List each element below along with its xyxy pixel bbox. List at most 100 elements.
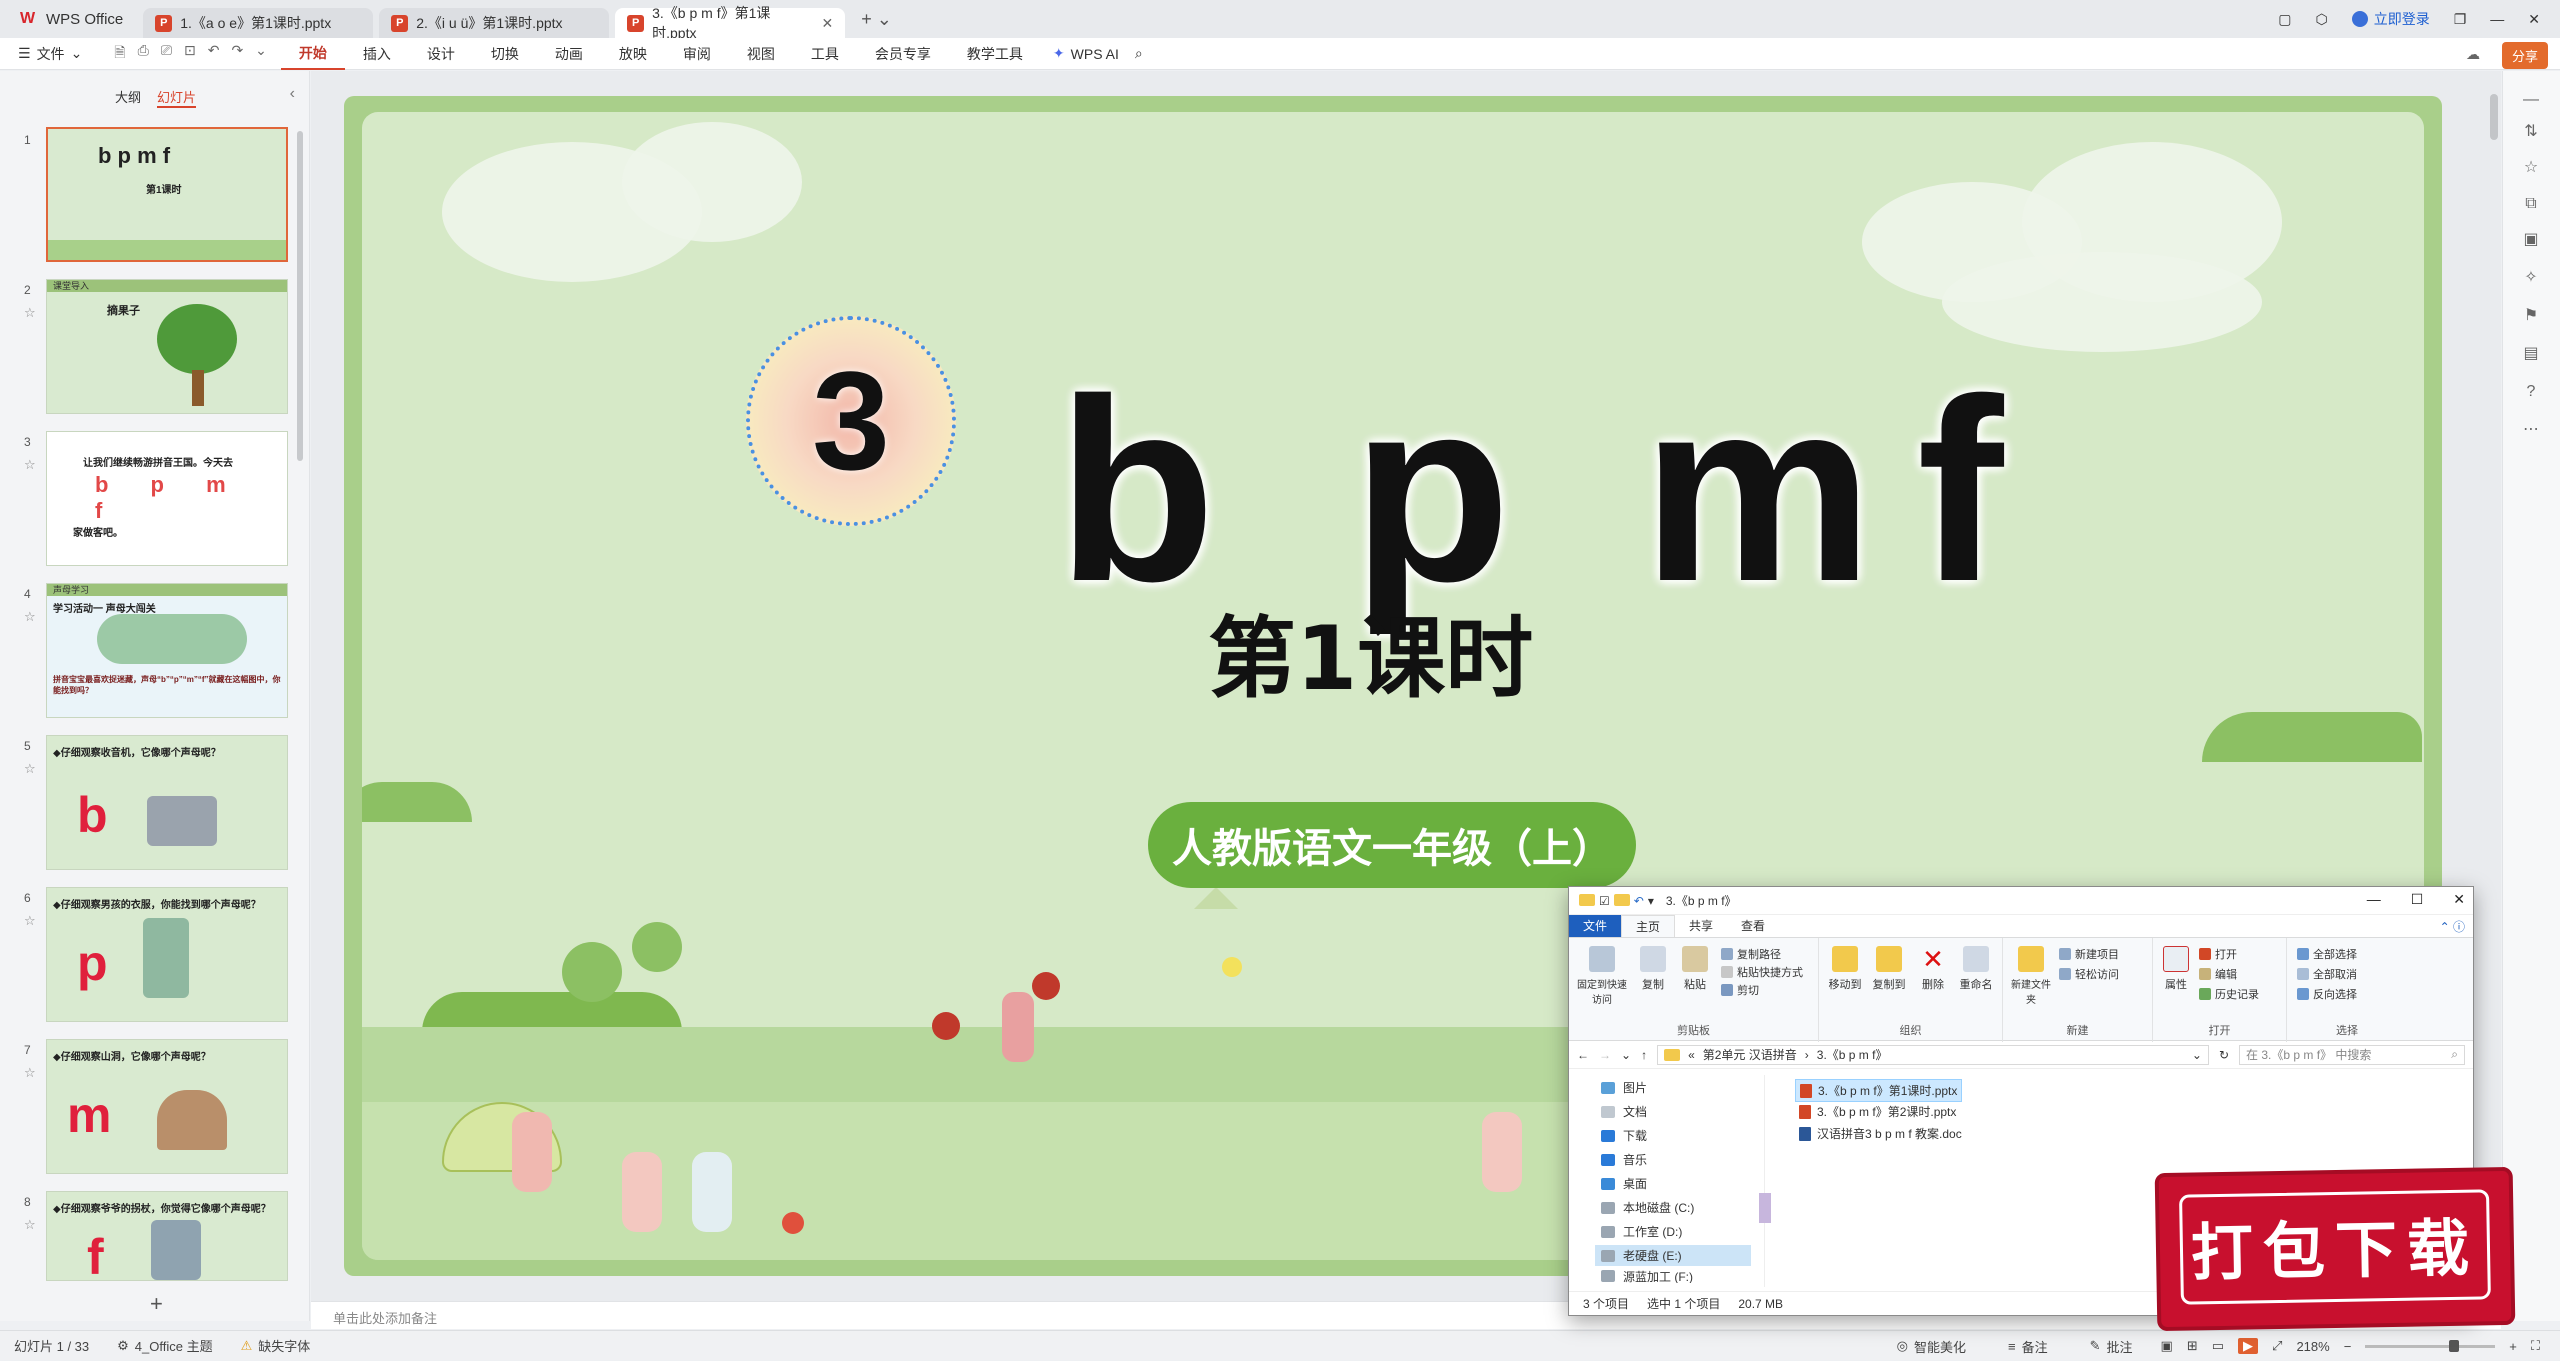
tab-review[interactable]: 审阅 xyxy=(665,38,729,70)
fit-icon[interactable]: ⤢ xyxy=(2272,1338,2282,1354)
zoom-out-icon[interactable]: − xyxy=(2344,1339,2352,1354)
select-all-button[interactable]: 全部选择 xyxy=(2297,946,2357,962)
address-input[interactable]: « 第2单元 汉语拼音 › 3.《b p m f》 ⌄ xyxy=(1657,1044,2209,1065)
star-icon[interactable]: ☆ xyxy=(2522,159,2540,177)
tab-tools[interactable]: 工具 xyxy=(793,38,857,70)
tab-outline[interactable]: 大纲 xyxy=(115,87,141,108)
slide-thumb-8[interactable]: ◆仔细观察爷爷的拐杖，你觉得它像哪个声母呢？ f xyxy=(46,1191,288,1281)
copy-to-button[interactable]: 复制到 xyxy=(1869,946,1909,992)
zoom-knob[interactable] xyxy=(2449,1339,2460,1352)
easy-access-button[interactable]: 轻松访问 xyxy=(2059,966,2119,982)
new-folder-icon[interactable] xyxy=(1613,893,1630,906)
nav-item-documents[interactable]: 文档 xyxy=(1601,1103,1647,1120)
cube-icon[interactable]: ⬡ xyxy=(2315,11,2327,28)
panel-scrollbar[interactable] xyxy=(297,131,303,461)
star-icon[interactable]: ☆ xyxy=(24,1217,36,1233)
nav-item-pictures[interactable]: 图片 xyxy=(1601,1079,1647,1096)
login-button[interactable]: 立即登录 xyxy=(2351,9,2430,29)
tab-insert[interactable]: 插入 xyxy=(345,38,409,70)
undo-icon[interactable]: ↶ xyxy=(1634,894,1644,908)
undo-icon[interactable]: ↶ xyxy=(208,42,220,66)
star-icon[interactable]: ☆ xyxy=(24,761,36,777)
open-button[interactable]: 打开 xyxy=(2199,946,2237,962)
minimize-icon[interactable]: — xyxy=(2490,11,2504,27)
breadcrumb-item[interactable]: 3.《b p m f》 xyxy=(1817,1046,1888,1063)
nav-scrollbar[interactable] xyxy=(1759,1193,1771,1223)
close-window-icon[interactable]: ✕ xyxy=(2528,11,2540,28)
nav-item-music[interactable]: 音乐 xyxy=(1601,1151,1647,1168)
back-icon[interactable]: ← xyxy=(1577,1048,1589,1062)
collapse-panel-icon[interactable]: ‹ xyxy=(290,85,295,103)
chevron-down-icon[interactable]: ▾ xyxy=(1648,894,1654,908)
missing-font-button[interactable]: ⚠ 缺失字体 xyxy=(227,1336,325,1355)
new-tab-icon[interactable]: + ⌄ xyxy=(851,9,902,30)
properties-icon[interactable]: ☑ xyxy=(1599,894,1610,908)
canvas-scrollbar[interactable] xyxy=(2490,94,2498,140)
fullscreen-icon[interactable]: ⛶ xyxy=(2531,1338,2540,1354)
restore-icon[interactable]: ❐ xyxy=(2454,11,2467,28)
nav-item-drive-e[interactable]: 老硬盘 (E:) xyxy=(1595,1245,1751,1266)
up-icon[interactable]: ↑ xyxy=(1641,1048,1647,1062)
nav-item-drive-c[interactable]: 本地磁盘 (C:) xyxy=(1601,1199,1694,1216)
help-icon[interactable]: ? xyxy=(2522,383,2540,401)
tab-teaching[interactable]: 教学工具 xyxy=(949,38,1041,70)
star-icon[interactable]: ☆ xyxy=(24,457,36,473)
copy-path-button[interactable]: 复制路径 xyxy=(1721,946,1781,962)
reading-view-icon[interactable]: ▭ xyxy=(2212,1338,2224,1354)
picture-icon[interactable]: ▣ xyxy=(2522,231,2540,249)
nav-item-desktop[interactable]: 桌面 xyxy=(1601,1175,1647,1192)
refresh-icon[interactable]: ↻ xyxy=(2219,1048,2229,1062)
magic-icon[interactable]: ✧ xyxy=(2522,269,2540,287)
invert-selection-button[interactable]: 反向选择 xyxy=(2297,986,2357,1002)
share-button[interactable]: 分享 xyxy=(2501,42,2548,69)
notes-button[interactable]: ≡ 备注 xyxy=(1994,1337,2062,1356)
tab-slides[interactable]: 幻灯片 xyxy=(157,87,197,108)
properties-button[interactable]: 属性 xyxy=(2159,946,2193,992)
tab-design[interactable]: 设计 xyxy=(409,38,473,70)
copy-icon[interactable]: ⧉ xyxy=(2522,195,2540,213)
wps-ai-button[interactable]: ✦ WPS AI ⌕ xyxy=(1041,45,1155,62)
tab-view[interactable]: 视图 xyxy=(729,38,793,70)
edit-button[interactable]: 编辑 xyxy=(2199,966,2237,982)
doc-tab-1[interactable]: P 1.《a o e》第1课时.pptx xyxy=(143,8,374,38)
tab-slideshow[interactable]: 放映 xyxy=(601,38,665,70)
adjust-icon[interactable]: ⇅ xyxy=(2522,123,2540,141)
cloud-sync-icon[interactable]: ☁ xyxy=(2466,46,2480,63)
normal-view-icon[interactable]: ▣ xyxy=(2161,1338,2173,1354)
slide-thumb-4[interactable]: 声母学习 学习活动一 声母大闯关 拼音宝宝最喜欢捉迷藏，声母“b”“p”“m”“… xyxy=(46,583,288,718)
wps-home-tab[interactable]: W WPS Office xyxy=(0,0,143,38)
save-icon[interactable]: 🗎 xyxy=(114,42,125,66)
pin-quick-access-button[interactable]: 固定到快速访问 xyxy=(1575,946,1629,1006)
file-row[interactable]: 3.《b p m f》第2课时.pptx xyxy=(1795,1101,1960,1122)
play-icon[interactable]: ▶ xyxy=(2238,1338,2259,1354)
zoom-in-icon[interactable]: + xyxy=(2509,1339,2517,1354)
smart-beautify-button[interactable]: ◎ 智能美化 xyxy=(1883,1337,1980,1356)
more-icon[interactable]: ⌄ xyxy=(255,42,267,66)
comments-button[interactable]: ✎ 批注 xyxy=(2076,1337,2147,1356)
file-row[interactable]: 汉语拼音3 b p m f 教案.doc xyxy=(1795,1123,1966,1144)
slide-thumb-7[interactable]: ◆仔细观察山洞，它像哪个声母呢？ m xyxy=(46,1039,288,1174)
print-icon[interactable]: ⎚ xyxy=(161,42,172,66)
tab-animation[interactable]: 动画 xyxy=(537,38,601,70)
ribbon-tab-share[interactable]: 共享 xyxy=(1675,915,1727,937)
paste-shortcut-button[interactable]: 粘贴快捷方式 xyxy=(1721,964,1803,980)
ribbon-tab-file[interactable]: 文件 xyxy=(1569,915,1622,937)
close-icon[interactable]: ✕ xyxy=(822,15,834,32)
paste-button[interactable]: 粘贴 xyxy=(1677,946,1713,992)
tab-member[interactable]: 会员专享 xyxy=(857,38,949,70)
tab-home[interactable]: 开始 xyxy=(280,38,345,70)
zoom-slider[interactable] xyxy=(2365,1339,2496,1352)
theme-button[interactable]: ⚙ 4_Office 主题 xyxy=(103,1336,226,1355)
rename-button[interactable]: 重命名 xyxy=(1955,946,1997,992)
ribbon-tab-view[interactable]: 查看 xyxy=(1727,915,1779,937)
history-button[interactable]: 历史记录 xyxy=(2199,986,2259,1002)
nav-item-drive-d[interactable]: 工作室 (D:) xyxy=(1601,1223,1682,1240)
new-folder-button[interactable]: 新建文件夹 xyxy=(2009,946,2053,1006)
slide-thumb-3[interactable]: 让我们继续畅游拼音王国。今天去 b p m f 家做客吧。 xyxy=(46,431,288,566)
select-none-button[interactable]: 全部取消 xyxy=(2297,966,2357,982)
maximize-icon[interactable]: ☐ xyxy=(2411,891,2424,908)
new-item-button[interactable]: 新建项目 xyxy=(2059,946,2119,962)
breadcrumb-item[interactable]: 第2单元 汉语拼音 xyxy=(1703,1046,1797,1063)
chevron-down-icon[interactable]: ⌄ xyxy=(2192,1048,2202,1062)
nav-item-downloads[interactable]: 下载 xyxy=(1601,1127,1647,1144)
